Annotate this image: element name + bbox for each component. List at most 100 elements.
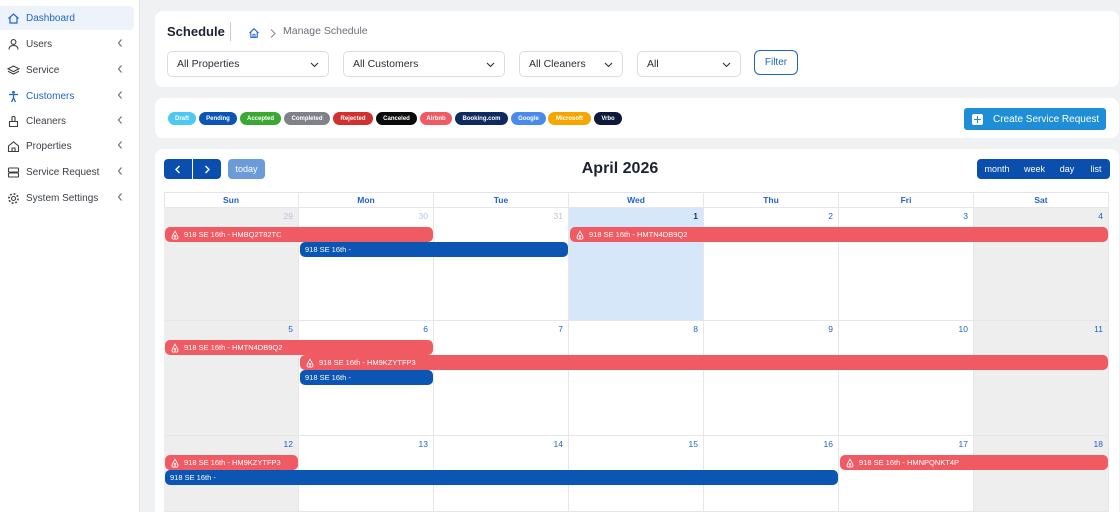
day-number[interactable]: 1 [693, 211, 698, 221]
day-cell[interactable]: 31 [434, 208, 569, 321]
sidebar-item-label: Users [26, 38, 53, 50]
day-cell[interactable]: 8 [569, 321, 704, 436]
sidebar-item-label: Dashboard [26, 12, 75, 24]
day-number[interactable]: 17 [959, 439, 968, 449]
view-week-button[interactable]: week [1017, 159, 1052, 179]
cleaner-select[interactable]: All Cleaners [519, 51, 623, 77]
sidebar-item-properties[interactable]: Properties [0, 134, 134, 158]
service-event[interactable]: 918 SE 16th - [300, 370, 433, 385]
legend-vrbo: Vrbo [594, 112, 622, 125]
legend-accepted: Accepted [240, 112, 281, 125]
day-cell[interactable]: 11 [974, 321, 1109, 436]
sidebar-item-service-request[interactable]: Service Request [0, 160, 134, 184]
customer-select-value: All Customers [353, 58, 419, 70]
legend-booking-com: Booking.com [455, 112, 508, 125]
weekday-header: Wed [569, 192, 704, 208]
chevron-left-icon [116, 64, 126, 76]
day-number[interactable]: 30 [419, 211, 428, 221]
filter-button[interactable]: Filter [754, 50, 798, 75]
day-number[interactable]: 29 [284, 211, 293, 221]
airbnb-booking-event[interactable]: 918 SE 16th - HM9KZYTFP3 [165, 455, 298, 470]
view-month-button[interactable]: month [977, 159, 1017, 179]
view-list-button[interactable]: list [1082, 159, 1110, 179]
legend-microsoft: Microsoft [548, 112, 591, 125]
airbnb-booking-event[interactable]: 918 SE 16th - HMBQ2T82TC [165, 227, 433, 242]
day-cell[interactable]: 18 [974, 436, 1109, 512]
day-cell[interactable]: 10 [839, 321, 974, 436]
chevron-left-icon [116, 166, 126, 178]
event-title: 918 SE 16th - [170, 473, 216, 482]
service-event[interactable]: 918 SE 16th - [165, 470, 838, 485]
day-cell[interactable]: 4 [974, 208, 1109, 321]
day-number[interactable]: 16 [824, 439, 833, 449]
day-number[interactable]: 9 [828, 324, 833, 334]
sidebar-item-label: System Settings [26, 192, 99, 204]
sidebar-item-service[interactable]: Service [0, 58, 134, 82]
sidebar-item-system-settings[interactable]: System Settings [0, 186, 134, 210]
event-title: 918 SE 16th - [305, 245, 351, 254]
status-select[interactable]: All [637, 51, 741, 77]
service-event[interactable]: 918 SE 16th - [300, 242, 568, 257]
home-icon [6, 11, 20, 25]
chevron-left-icon [116, 38, 126, 50]
airbnb-booking-event[interactable]: 918 SE 16th - HMTN4DB9Q2 [165, 340, 433, 355]
create-service-request-button[interactable]: Create Service Request [964, 108, 1106, 130]
status-select-value: All [647, 58, 659, 70]
day-cell[interactable]: 29 [164, 208, 299, 321]
day-number[interactable]: 8 [693, 324, 698, 334]
sidebar-item-users[interactable]: Users [0, 32, 134, 56]
event-title: 918 SE 16th - [305, 373, 351, 382]
day-number[interactable]: 5 [288, 324, 293, 334]
person-icon [6, 89, 20, 103]
event-title: 918 SE 16th - HM9KZYTFP3 [184, 458, 281, 467]
day-number[interactable]: 4 [1098, 211, 1103, 221]
day-number[interactable]: 15 [689, 439, 698, 449]
home-icon[interactable] [248, 26, 260, 38]
day-number[interactable]: 2 [828, 211, 833, 221]
chevron-down-icon [722, 60, 731, 68]
airbnb-icon [170, 229, 180, 240]
airbnb-icon [845, 457, 855, 468]
next-month-button[interactable] [193, 159, 221, 179]
chevron-right-icon [205, 165, 210, 173]
customer-select[interactable]: All Customers [343, 51, 505, 77]
day-number[interactable]: 14 [554, 439, 563, 449]
day-number[interactable]: 13 [419, 439, 428, 449]
schedule-header: Schedule Manage Schedule All Properties … [155, 11, 1119, 87]
house-icon [6, 139, 20, 153]
sidebar-item-dashboard[interactable]: Dashboard [0, 6, 134, 30]
brush-icon [6, 114, 20, 128]
legend-draft: Draft [168, 112, 196, 125]
day-cell[interactable]: 2 [704, 208, 839, 321]
day-number[interactable]: 31 [554, 211, 563, 221]
sidebar-item-customers[interactable]: Customers [0, 84, 134, 108]
today-button[interactable]: today [228, 159, 265, 179]
day-cell[interactable]: 3 [839, 208, 974, 321]
day-cell[interactable]: 9 [704, 321, 839, 436]
chevron-down-icon [310, 60, 319, 68]
day-cell[interactable]: 1 [569, 208, 704, 321]
day-number[interactable]: 12 [284, 439, 293, 449]
property-select[interactable]: All Properties [167, 51, 329, 77]
calendar-title: April 2026 [581, 160, 659, 177]
day-number[interactable]: 18 [1094, 439, 1103, 449]
day-number[interactable]: 6 [423, 324, 428, 334]
weekday-header: Sun [164, 192, 299, 208]
view-day-button[interactable]: day [1052, 159, 1082, 179]
day-cell[interactable]: 30 [299, 208, 434, 321]
day-number[interactable]: 10 [959, 324, 968, 334]
prev-month-button[interactable] [164, 159, 192, 179]
chevron-left-icon [116, 140, 126, 152]
airbnb-booking-event[interactable]: 918 SE 16th - HMNPQNKT4P [840, 455, 1108, 470]
day-cell[interactable]: 17 [839, 436, 974, 512]
day-number[interactable]: 7 [558, 324, 563, 334]
status-legend: Create Service Request Draft Pending Accep… [155, 98, 1119, 138]
event-title: 918 SE 16th - HMBQ2T82TC [184, 230, 282, 239]
day-cell[interactable]: 7 [434, 321, 569, 436]
sidebar-item-cleaners[interactable]: Cleaners [0, 109, 134, 133]
day-cell[interactable]: 5 [164, 321, 299, 436]
airbnb-booking-event[interactable]: 918 SE 16th - HM9KZYTFP3 [300, 355, 1108, 370]
day-number[interactable]: 3 [963, 211, 968, 221]
day-number[interactable]: 11 [1094, 324, 1103, 334]
airbnb-booking-event[interactable]: 918 SE 16th - HMTN4DB9Q2 [570, 227, 1108, 242]
